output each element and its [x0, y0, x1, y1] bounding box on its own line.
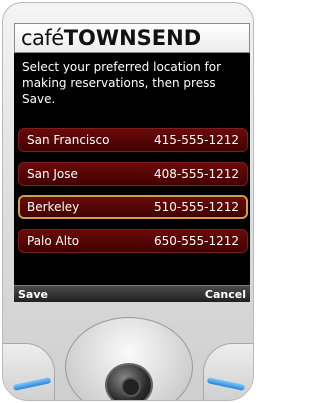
location-item-berkeley[interactable]: Berkeley 510-555-1212	[18, 195, 248, 219]
location-item-san-jose[interactable]: San Jose 408-555-1212	[18, 162, 248, 186]
app-header: caféTOWNSEND	[14, 23, 250, 53]
left-softkey-button[interactable]	[3, 343, 55, 400]
location-phone: 650-555-1212	[153, 234, 239, 248]
location-item-san-francisco[interactable]: San Francisco 415-555-1212	[18, 128, 248, 152]
save-softkey[interactable]: Save	[18, 288, 48, 301]
right-softkey-button[interactable]	[203, 343, 253, 400]
logo-prefix: café	[21, 26, 64, 50]
logo-name: TOWNSEND	[63, 26, 202, 50]
location-city: San Jose	[27, 167, 78, 181]
location-phone: 415-555-1212	[153, 133, 239, 147]
location-city: Berkeley	[27, 200, 80, 214]
location-city: San Francisco	[27, 133, 110, 147]
cafe-townsend-logo: caféTOWNSEND	[21, 25, 201, 51]
phone-device: caféTOWNSEND Select your preferred locat…	[2, 2, 254, 401]
phone-keypad	[3, 303, 253, 400]
phone-screen: caféTOWNSEND Select your preferred locat…	[14, 23, 250, 302]
cancel-softkey[interactable]: Cancel	[205, 288, 246, 301]
softkey-bar: Save Cancel	[14, 285, 250, 302]
select-button-icon	[121, 377, 141, 397]
location-city: Palo Alto	[27, 234, 80, 248]
location-phone: 408-555-1212	[153, 167, 239, 181]
location-phone: 510-555-1212	[153, 200, 239, 214]
location-item-palo-alto[interactable]: Palo Alto 650-555-1212	[18, 229, 248, 253]
select-button[interactable]	[105, 363, 153, 400]
instructions-text: Select your preferred location for makin…	[22, 60, 222, 106]
